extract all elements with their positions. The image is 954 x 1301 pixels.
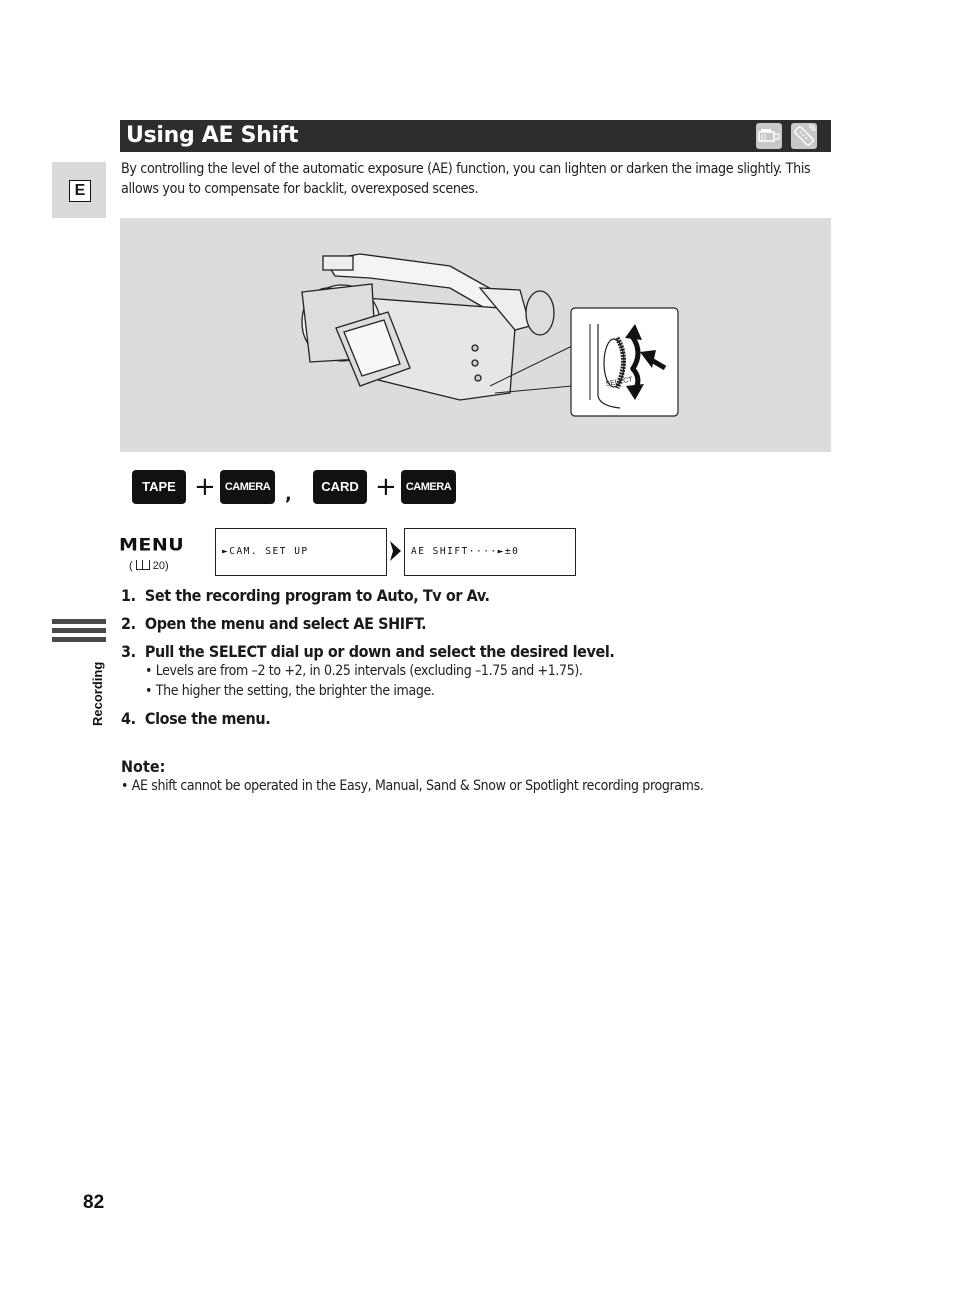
card-mode-badge: CARD bbox=[313, 470, 367, 504]
step-text: Close the menu. bbox=[144, 709, 271, 728]
menu-label: MENU bbox=[119, 535, 185, 555]
remote-control-icon bbox=[791, 123, 817, 149]
intro-paragraph: By controlling the level of the automati… bbox=[121, 161, 811, 197]
reference-page: 20 bbox=[152, 560, 166, 572]
menu-item-ae-shift: AE SHIFT····►±0 bbox=[411, 546, 520, 557]
step-3-bullet: • Levels are from –2 to +2, in 0.25 inte… bbox=[145, 663, 583, 679]
camera-mode-badge: CAMERA bbox=[401, 470, 456, 504]
step-text: Pull the SELECT dial up or down and sele… bbox=[144, 642, 615, 661]
menu-page-reference: ( 20) bbox=[129, 560, 169, 572]
tape-mode-badge: TAPE bbox=[132, 470, 186, 504]
plus-sign: + bbox=[194, 472, 216, 502]
menu-item-cam-setup: ►CAM. SET UP bbox=[222, 546, 309, 557]
note-text: • AE shift cannot be operated in the Eas… bbox=[121, 778, 704, 794]
camcorder-drawing: SELECT bbox=[301, 253, 679, 417]
step-3: 3. Pull the SELECT dial up or down and s… bbox=[121, 642, 615, 661]
language-letter: E bbox=[69, 180, 91, 202]
step-2: 2. Open the menu and select AE SHIFT. bbox=[121, 614, 427, 633]
marker-bar bbox=[52, 619, 106, 624]
step-3-bullet: • The higher the setting, the brighter t… bbox=[145, 683, 435, 699]
section-marker-bars bbox=[52, 619, 106, 646]
language-tab: E bbox=[52, 162, 106, 218]
note-heading: Note: bbox=[121, 757, 166, 776]
step-1: 1. Set the recording program to Auto, Tv… bbox=[121, 586, 490, 605]
marker-bar bbox=[52, 637, 106, 642]
separator-comma: , bbox=[285, 484, 292, 505]
plus-sign: + bbox=[375, 472, 397, 502]
book-icon bbox=[135, 560, 150, 570]
select-dial-closeup: SELECT bbox=[570, 307, 679, 417]
step-text: Open the menu and select AE SHIFT. bbox=[144, 614, 427, 633]
camcorder-illustration: SELECT bbox=[120, 218, 831, 452]
step-number: 4. bbox=[121, 709, 136, 728]
section-title-bar: Using AE Shift bbox=[120, 120, 831, 152]
step-number: 2. bbox=[121, 614, 136, 633]
camera-mode-badge: CAMERA bbox=[220, 470, 275, 504]
menu-screen-ae-shift: AE SHIFT····►±0 bbox=[404, 528, 576, 576]
marker-bar bbox=[52, 628, 106, 633]
camera-mode-icon bbox=[756, 123, 782, 149]
page-number: 82 bbox=[83, 1192, 105, 1213]
step-number: 1. bbox=[121, 586, 136, 605]
menu-screen-cam-setup: ►CAM. SET UP bbox=[215, 528, 387, 576]
step-4: 4. Close the menu. bbox=[121, 709, 271, 728]
next-arrow-icon bbox=[388, 540, 402, 566]
section-side-label: Recording bbox=[90, 661, 105, 726]
step-text: Set the recording program to Auto, Tv or… bbox=[144, 586, 490, 605]
page-title: Using AE Shift bbox=[126, 123, 299, 148]
step-number: 3. bbox=[121, 642, 136, 661]
